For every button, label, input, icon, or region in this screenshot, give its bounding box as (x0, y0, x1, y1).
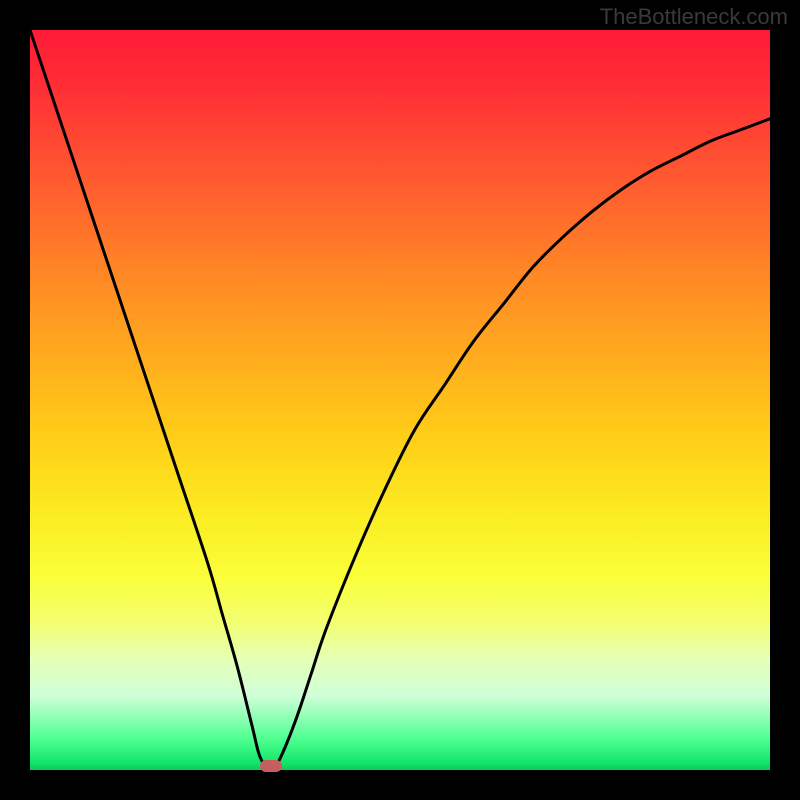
chart-plot-area (30, 30, 770, 770)
attribution-text: TheBottleneck.com (600, 4, 788, 30)
chart-min-marker (260, 760, 282, 772)
chart-curve (30, 30, 770, 770)
